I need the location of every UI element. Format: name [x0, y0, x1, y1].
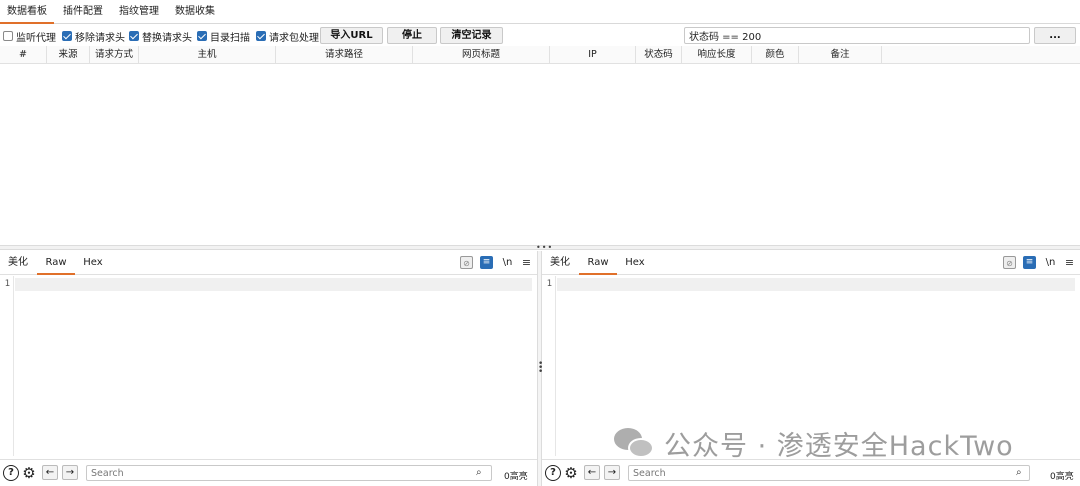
toolbar: 监听代理 移除请求头 替换请求头 目录扫描 请求包处理 导入URL 停止 清空记… [0, 25, 1080, 46]
column-header-ip[interactable]: IP [550, 46, 636, 64]
checkbox-box[interactable] [62, 31, 72, 41]
tab-raw[interactable]: Raw [579, 251, 617, 275]
tab-pretty[interactable]: 美化 [0, 251, 36, 275]
column-header-index[interactable]: # [0, 46, 47, 64]
watermark: 公众号 · 渗透安全HackTwo [612, 420, 1014, 466]
column-header-host[interactable]: 主机 [139, 46, 276, 64]
current-line-highlight [15, 278, 532, 291]
table-header: # 来源 请求方式 主机 请求路径 网页标题 IP 状态码 响应长度 颜色 备注 [0, 46, 1080, 64]
clear-records-button[interactable]: 清空记录 [440, 27, 503, 44]
checkbox-label: 监听代理 [16, 32, 56, 44]
replace-header-checkbox[interactable]: 替换请求头 [129, 29, 192, 44]
checkbox-box[interactable] [129, 31, 139, 41]
column-header-color[interactable]: 颜色 [752, 46, 799, 64]
arrow-left-icon[interactable]: ← [584, 465, 600, 480]
newline-toggle[interactable]: \n [1044, 256, 1057, 269]
tab-pretty[interactable]: 美化 [542, 251, 578, 275]
search-icon[interactable]: ⌕ [1016, 467, 1028, 479]
gear-icon[interactable]: ⚙ [21, 465, 37, 481]
tab-hex[interactable]: Hex [619, 251, 651, 275]
line-gutter: 1 [0, 276, 14, 456]
column-header-title[interactable]: 网页标题 [413, 46, 550, 64]
search-icon[interactable]: ⌕ [476, 467, 488, 479]
menu-icon[interactable]: ≡ [520, 256, 533, 269]
import-url-button[interactable]: 导入URL [320, 27, 383, 44]
table-body[interactable] [0, 65, 1080, 245]
column-header-note[interactable]: 备注 [799, 46, 882, 64]
checkbox-label: 目录扫描 [210, 32, 250, 44]
wrap-icon[interactable]: ≡ [1023, 256, 1036, 269]
request-process-checkbox[interactable]: 请求包处理 [256, 29, 319, 44]
checkbox-box[interactable] [3, 31, 13, 41]
filter-input[interactable] [684, 27, 1030, 44]
column-header-source[interactable]: 来源 [47, 46, 90, 64]
highlight-count: 0高亮 [504, 472, 528, 482]
wechat-logo-icon [612, 424, 656, 462]
menu-icon[interactable]: ≡ [1063, 256, 1076, 269]
tab-hex[interactable]: Hex [77, 251, 109, 275]
gear-icon[interactable]: ⚙ [563, 465, 579, 481]
line-gutter: 1 [542, 276, 556, 456]
checkbox-box[interactable] [197, 31, 207, 41]
response-pane-tabs: 美化 Raw Hex ⊘ ≡ \n ≡ [542, 251, 1080, 275]
newline-toggle[interactable]: \n [501, 256, 514, 269]
eye-off-icon[interactable]: ⊘ [460, 256, 473, 269]
splitter-grip-icon[interactable]: ••• [536, 244, 552, 252]
request-pane-tabs: 美化 Raw Hex ⊘ ≡ \n ≡ [0, 251, 537, 275]
help-icon[interactable]: ? [545, 465, 561, 481]
current-line-highlight [557, 278, 1075, 291]
request-pane-footer: ? ⚙ ← → ⌕ 0高亮 [0, 459, 537, 486]
arrow-left-icon[interactable]: ← [42, 465, 58, 480]
arrow-right-icon[interactable]: → [62, 465, 78, 480]
more-button[interactable]: ... [1034, 27, 1076, 44]
tab-data-collection[interactable]: 数据收集 [168, 0, 222, 24]
search-input[interactable] [86, 465, 492, 481]
checkbox-label: 替换请求头 [142, 32, 192, 44]
tab-dashboard[interactable]: 数据看板 [0, 0, 54, 24]
tab-plugin-config[interactable]: 插件配置 [56, 0, 110, 24]
checkbox-label: 移除请求头 [75, 32, 125, 44]
main-tabs: 数据看板 插件配置 指纹管理 数据收集 [0, 0, 1080, 24]
highlight-count: 0高亮 [1050, 472, 1074, 482]
remove-header-checkbox[interactable]: 移除请求头 [62, 29, 125, 44]
wrap-icon[interactable]: ≡ [480, 256, 493, 269]
listen-proxy-checkbox[interactable]: 监听代理 [3, 29, 56, 44]
tab-raw[interactable]: Raw [37, 251, 75, 275]
eye-off-icon[interactable]: ⊘ [1003, 256, 1016, 269]
dir-scan-checkbox[interactable]: 目录扫描 [197, 29, 250, 44]
line-number: 1 [546, 279, 552, 289]
column-header-method[interactable]: 请求方式 [90, 46, 139, 64]
splitter-grip-icon[interactable]: ••• [538, 360, 543, 377]
search-input[interactable] [628, 465, 1030, 481]
column-header-path[interactable]: 请求路径 [276, 46, 413, 64]
arrow-right-icon[interactable]: → [604, 465, 620, 480]
stop-button[interactable]: 停止 [387, 27, 437, 44]
tab-fingerprint[interactable]: 指纹管理 [112, 0, 166, 24]
checkbox-label: 请求包处理 [269, 32, 319, 44]
checkbox-box[interactable] [256, 31, 266, 41]
help-icon[interactable]: ? [3, 465, 19, 481]
watermark-text: 公众号 · 渗透安全HackTwo [664, 430, 1014, 462]
column-header-status[interactable]: 状态码 [636, 46, 682, 64]
column-header-length[interactable]: 响应长度 [682, 46, 752, 64]
request-editor[interactable]: 1 [0, 276, 537, 456]
request-pane: 美化 Raw Hex ⊘ ≡ \n ≡ 1 ? ⚙ ← → ⌕ 0高亮 [0, 251, 537, 486]
line-number: 1 [4, 279, 10, 289]
